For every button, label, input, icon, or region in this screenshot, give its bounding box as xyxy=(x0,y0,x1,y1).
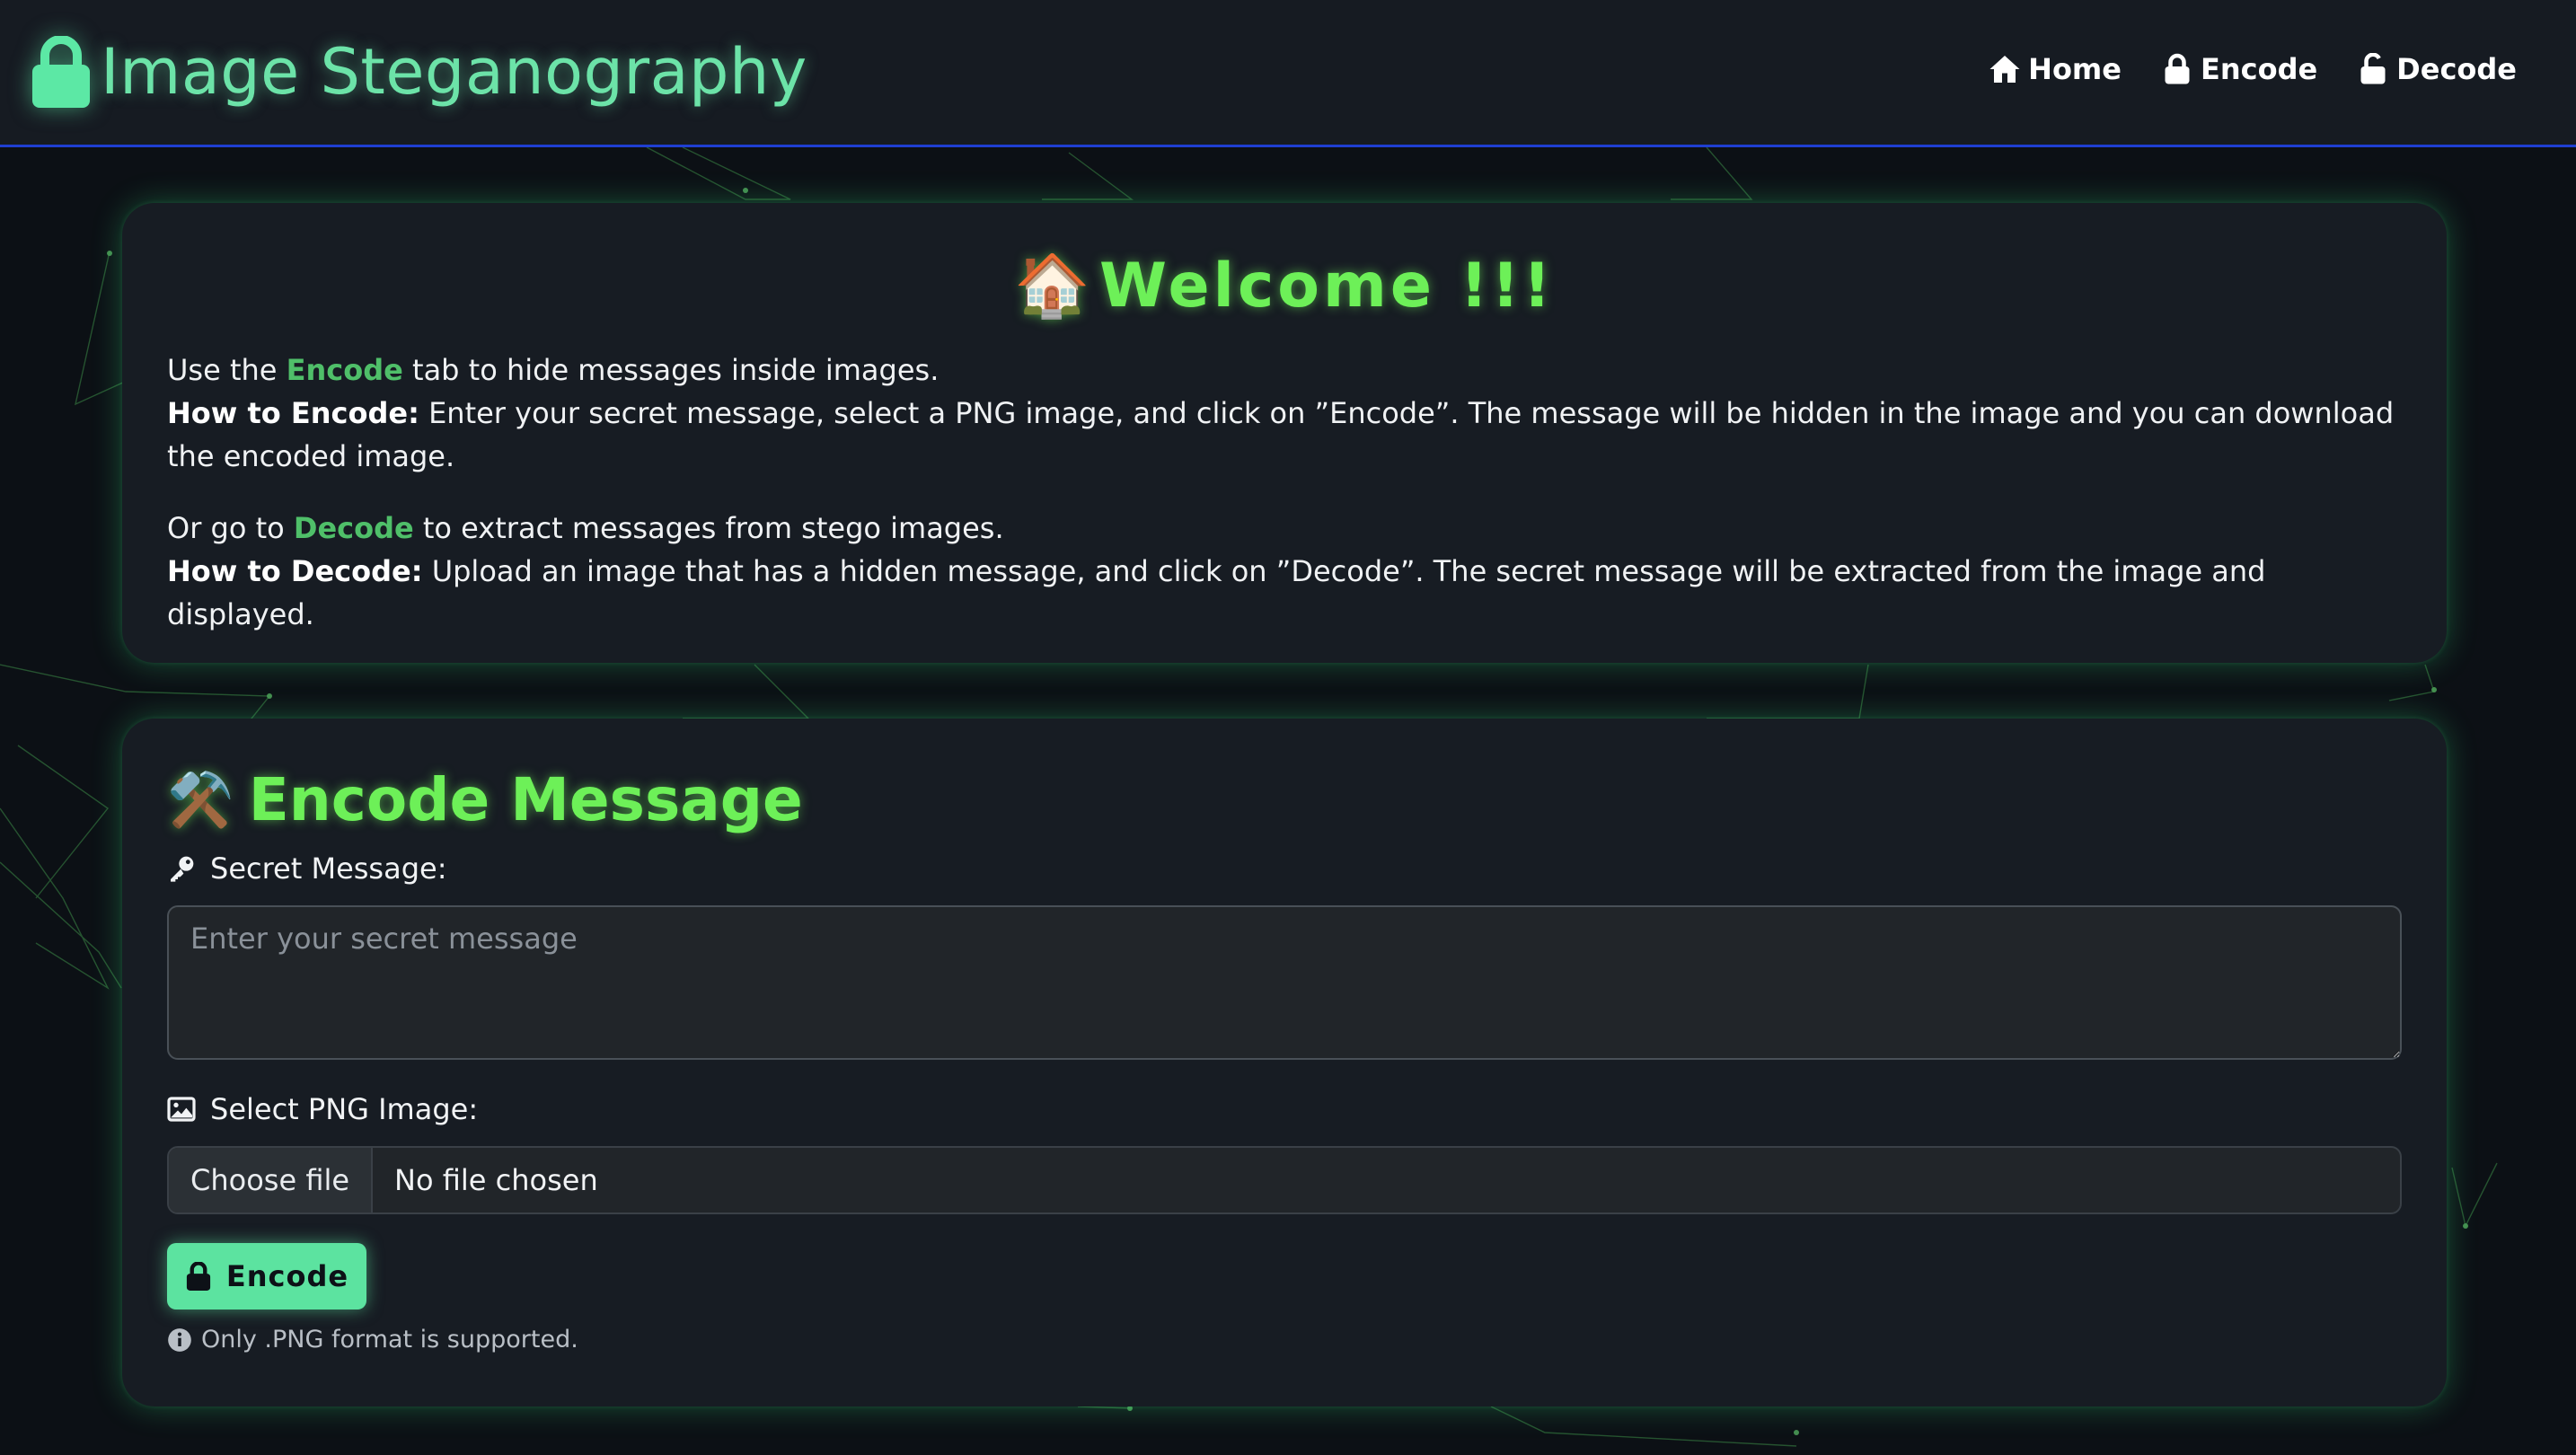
house-icon xyxy=(1989,56,2020,83)
image-icon xyxy=(167,1097,196,1122)
select-image-label-text: Select PNG Image: xyxy=(210,1092,479,1126)
unlock-icon xyxy=(2360,53,2386,84)
decode-howto: How to Decode: Upload an image that has … xyxy=(167,550,2402,636)
welcome-instructions: Use the Encode tab to hide messages insi… xyxy=(167,348,2402,636)
decode-intro-pre: Or go to xyxy=(167,511,294,545)
nav-encode-link[interactable]: Encode xyxy=(2161,52,2317,86)
encode-submit-label: Encode xyxy=(225,1259,349,1293)
choose-file-button[interactable]: Choose file xyxy=(169,1148,374,1212)
nav-decode-label: Decode xyxy=(2396,52,2517,86)
decode-howto-text: Upload an image that has a hidden messag… xyxy=(167,554,2266,631)
png-file-input[interactable]: Choose file No file chosen xyxy=(167,1146,2402,1214)
decode-intro: Or go to Decode to extract messages from… xyxy=(167,507,2402,550)
encode-howto-text: Enter your secret message, select a PNG … xyxy=(167,396,2395,473)
encode-howto: How to Encode: Enter your secret message… xyxy=(167,392,2402,478)
brand-title: Image Steganography xyxy=(101,35,807,109)
encode-heading: ⚒️ Encode Message xyxy=(167,765,803,834)
encode-intro-post: tab to hide messages inside images. xyxy=(402,353,940,387)
lock-icon xyxy=(186,1262,210,1291)
decode-intro-post: to extract messages from stego images. xyxy=(413,511,1004,545)
select-image-label: Select PNG Image: xyxy=(167,1092,478,1126)
encode-title: Encode Message xyxy=(248,765,803,834)
secret-message-label-text: Secret Message: xyxy=(210,851,447,886)
hammer-wrench-emoji-icon: ⚒️ xyxy=(167,769,234,832)
key-icon xyxy=(171,856,194,882)
brand[interactable]: Image Steganography xyxy=(31,27,807,117)
nav-home-link[interactable]: Home xyxy=(1989,52,2122,86)
decode-tab-link[interactable]: Decode xyxy=(294,511,414,545)
encode-intro-pre: Use the xyxy=(167,353,287,387)
nav-home-label: Home xyxy=(2028,52,2122,86)
format-hint: Only .PNG format is supported. xyxy=(167,1326,578,1354)
encode-tab-link[interactable]: Encode xyxy=(287,353,403,387)
nav-links: Home Encode Decode xyxy=(1989,52,2517,86)
secret-message-label: Secret Message: xyxy=(167,851,446,886)
info-icon xyxy=(168,1327,191,1352)
nav-encode-label: Encode xyxy=(2200,52,2318,86)
file-status-text: No file chosen xyxy=(394,1163,598,1197)
nav-decode-link[interactable]: Decode xyxy=(2357,52,2517,86)
encode-howto-label: How to Encode: xyxy=(167,396,419,430)
encode-submit-button[interactable]: Encode xyxy=(167,1243,366,1310)
welcome-heading: 🏠 Welcome !!! xyxy=(122,250,2447,322)
encode-card: ⚒️ Encode Message Secret Message: Select… xyxy=(122,719,2447,1406)
secret-message-input[interactable] xyxy=(167,905,2402,1060)
welcome-title: Welcome !!! xyxy=(1098,251,1555,322)
house-emoji-icon: 🏠 xyxy=(1014,251,1090,322)
encode-intro: Use the Encode tab to hide messages insi… xyxy=(167,348,2402,392)
lock-icon xyxy=(32,36,90,108)
lock-icon xyxy=(2165,53,2190,84)
decode-howto-label: How to Decode: xyxy=(167,554,423,588)
navbar: Image Steganography Home Encode Decode xyxy=(0,0,2576,147)
format-hint-text: Only .PNG format is supported. xyxy=(201,1326,578,1354)
welcome-card: 🏠 Welcome !!! Use the Encode tab to hide … xyxy=(122,203,2447,663)
